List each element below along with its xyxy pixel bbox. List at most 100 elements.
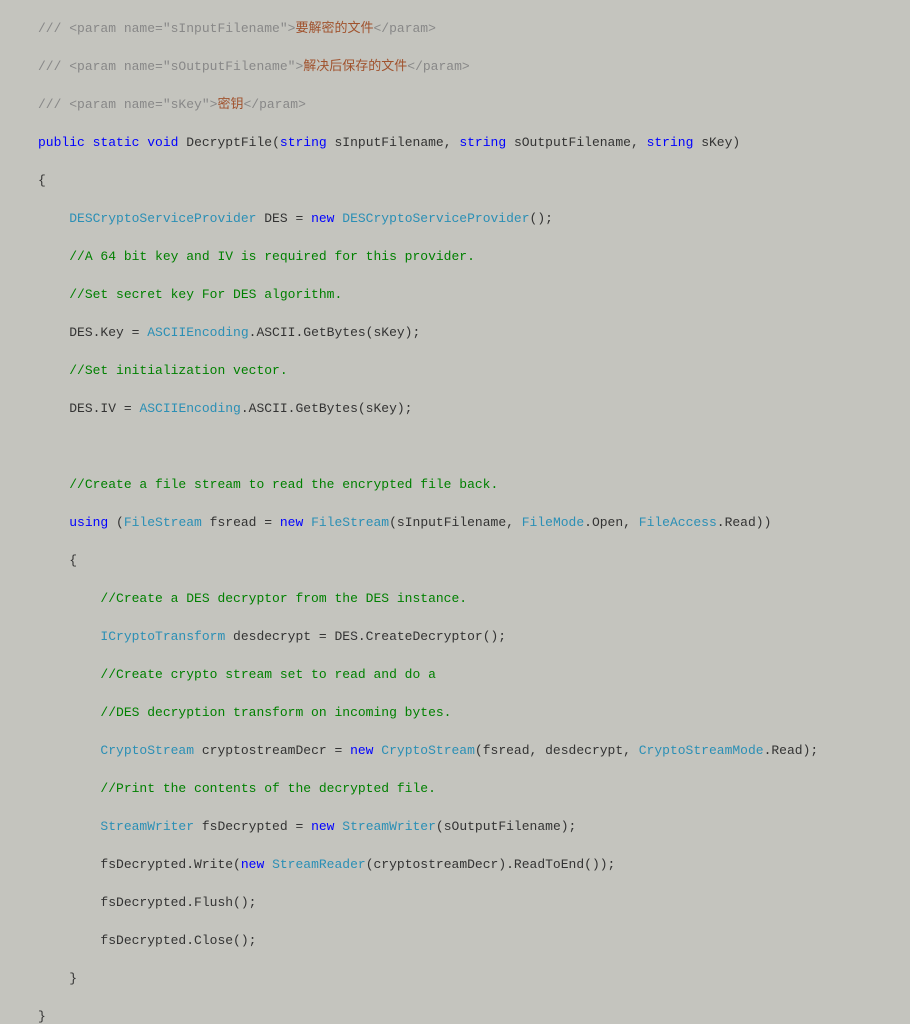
brace-close: }	[38, 969, 910, 988]
brace-open: {	[38, 551, 910, 570]
code-line: DES.IV = ASCIIEncoding.ASCII.GetBytes(sK…	[38, 399, 910, 418]
kw-void: void	[147, 135, 178, 150]
code-line: StreamWriter fsDecrypted = new StreamWri…	[38, 817, 910, 836]
doc-prefix: ///	[38, 97, 69, 112]
type-name: FileAccess	[639, 515, 717, 530]
code-text: cryptostreamDecr =	[194, 743, 350, 758]
code-text: (sOutputFilename);	[436, 819, 576, 834]
type-name: DESCryptoServiceProvider	[69, 211, 256, 226]
doc-tag-open: <param name="sKey">	[69, 97, 217, 112]
code-text: DES.IV =	[69, 401, 139, 416]
comment-line: //Set initialization vector.	[38, 361, 910, 380]
comment-line: //Create a file stream to read the encry…	[38, 475, 910, 494]
comment: //Create a file stream to read the encry…	[69, 477, 498, 492]
doc-tag-open: <param name="sOutputFilename">	[69, 59, 303, 74]
type-name: StreamWriter	[342, 819, 436, 834]
kw-using: using	[69, 515, 108, 530]
code-text: .ASCII.GetBytes(sKey);	[249, 325, 421, 340]
code-line: fsDecrypted.Close();	[38, 931, 910, 950]
code-text: fsDecrypted =	[194, 819, 311, 834]
comment-line: //Create crypto stream set to read and d…	[38, 665, 910, 684]
space	[373, 743, 381, 758]
kw-string: string	[647, 135, 694, 150]
space	[264, 857, 272, 872]
code-text: (cryptostreamDecr).ReadToEnd());	[366, 857, 616, 872]
code-text: .ASCII.GetBytes(sKey);	[241, 401, 413, 416]
type-name: ASCIIEncoding	[139, 401, 240, 416]
method-name: DecryptFile(	[178, 135, 279, 150]
doc-desc: 要解密的文件	[295, 21, 373, 36]
param: sOutputFilename,	[506, 135, 646, 150]
type-name: StreamReader	[272, 857, 366, 872]
doc-tag-close: </param>	[373, 21, 435, 36]
type-name: CryptoStream	[100, 743, 194, 758]
type-name: FileStream	[124, 515, 202, 530]
doc-desc: 解决后保存的文件	[303, 59, 407, 74]
comment-line: //DES decryption transform on incoming b…	[38, 703, 910, 722]
code-line: DES.Key = ASCIIEncoding.ASCII.GetBytes(s…	[38, 323, 910, 342]
kw-new: new	[350, 743, 373, 758]
param: sInputFilename,	[327, 135, 460, 150]
code-line: fsDecrypted.Flush();	[38, 893, 910, 912]
doc-prefix: ///	[38, 21, 69, 36]
code-text: .Read))	[717, 515, 772, 530]
type-name: DESCryptoServiceProvider	[342, 211, 529, 226]
xml-doc-param1: /// <param name="sInputFilename">要解密的文件<…	[38, 19, 910, 38]
doc-desc: 密钥	[217, 97, 243, 112]
doc-tag-close: </param>	[407, 59, 469, 74]
comment-line: //A 64 bit key and IV is required for th…	[38, 247, 910, 266]
code-text: fsDecrypted.Close();	[100, 933, 256, 948]
code-line: CryptoStream cryptostreamDecr = new Cryp…	[38, 741, 910, 760]
comment-line: //Set secret key For DES algorithm.	[38, 285, 910, 304]
doc-prefix: ///	[38, 59, 69, 74]
code-line: fsDecrypted.Write(new StreamReader(crypt…	[38, 855, 910, 874]
brace-close: }	[38, 1007, 910, 1024]
comment: //Create a DES decryptor from the DES in…	[100, 591, 467, 606]
code-text: fsDecrypted.Flush();	[100, 895, 256, 910]
type-name: FileStream	[311, 515, 389, 530]
kw-string: string	[459, 135, 506, 150]
type-name: ICryptoTransform	[100, 629, 225, 644]
kw-new: new	[241, 857, 264, 872]
xml-doc-param2: /// <param name="sOutputFilename">解决后保存的…	[38, 57, 910, 76]
type-name: CryptoStream	[381, 743, 475, 758]
comment: //Set secret key For DES algorithm.	[69, 287, 342, 302]
doc-tag-close: </param>	[243, 97, 305, 112]
code-text: fsDecrypted.Write(	[100, 857, 240, 872]
doc-tag-open: <param name="sInputFilename">	[69, 21, 295, 36]
space	[303, 515, 311, 530]
type-name: ASCIIEncoding	[147, 325, 248, 340]
code-text: ();	[530, 211, 553, 226]
type-name: StreamWriter	[100, 819, 194, 834]
comment: //Set initialization vector.	[69, 363, 287, 378]
kw-public: public	[38, 135, 85, 150]
comment: //A 64 bit key and IV is required for th…	[69, 249, 475, 264]
kw-new: new	[280, 515, 303, 530]
blank-line	[38, 437, 910, 456]
code-text: .Read);	[764, 743, 819, 758]
code-text: (fsread, desdecrypt,	[475, 743, 639, 758]
space	[334, 819, 342, 834]
code-text: DES.Key =	[69, 325, 147, 340]
code-editor[interactable]: /// <param name="sInputFilename">要解密的文件<…	[0, 0, 910, 1024]
comment: //Print the contents of the decrypted fi…	[100, 781, 435, 796]
code-text: (	[108, 515, 124, 530]
kw-string: string	[280, 135, 327, 150]
code-line: DESCryptoServiceProvider DES = new DESCr…	[38, 209, 910, 228]
kw-static: static	[93, 135, 140, 150]
xml-doc-param3: /// <param name="sKey">密钥</param>	[38, 95, 910, 114]
code-text: (sInputFilename,	[389, 515, 522, 530]
type-name: CryptoStreamMode	[639, 743, 764, 758]
code-text: .Open,	[584, 515, 639, 530]
code-text: DES =	[256, 211, 311, 226]
kw-new: new	[311, 819, 334, 834]
kw-new: new	[311, 211, 334, 226]
code-text: fsread =	[202, 515, 280, 530]
param: sKey)	[693, 135, 740, 150]
comment-line: //Print the contents of the decrypted fi…	[38, 779, 910, 798]
code-line: ICryptoTransform desdecrypt = DES.Create…	[38, 627, 910, 646]
method-signature: public static void DecryptFile(string sI…	[38, 133, 910, 152]
comment-line: //Create a DES decryptor from the DES in…	[38, 589, 910, 608]
brace-open: {	[38, 171, 910, 190]
type-name: FileMode	[522, 515, 584, 530]
